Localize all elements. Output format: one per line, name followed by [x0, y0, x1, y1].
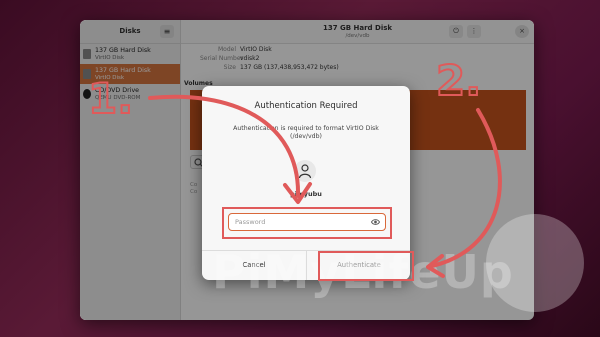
step-2-arrow: [430, 108, 502, 268]
step-1-arrow: [148, 94, 301, 198]
annotation-arrows: [148, 94, 502, 278]
